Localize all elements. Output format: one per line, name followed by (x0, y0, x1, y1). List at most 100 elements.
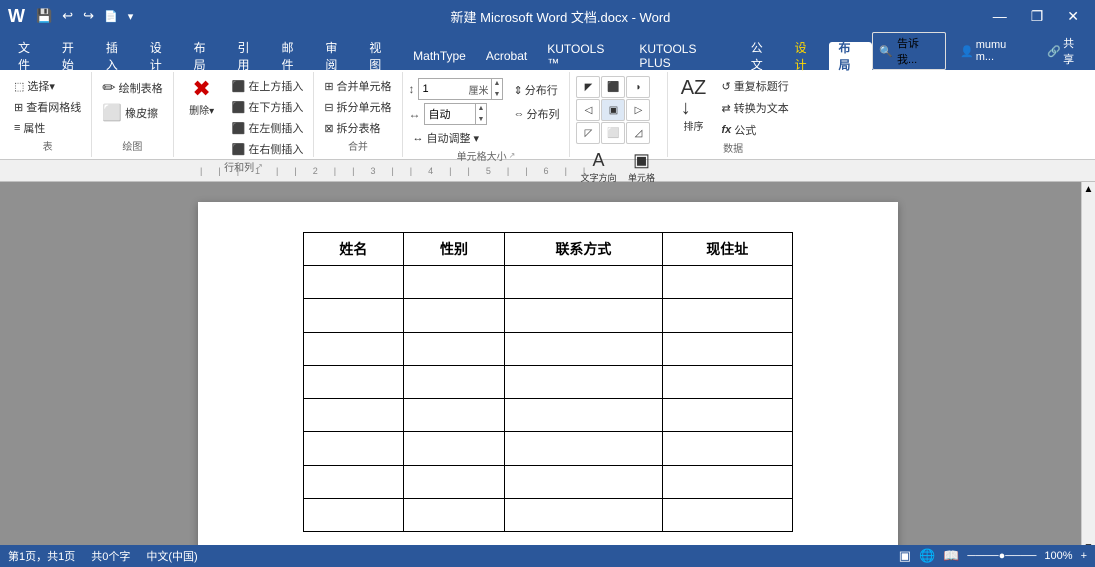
table-cell[interactable] (303, 365, 404, 398)
user-account-btn[interactable]: 👤 mumu m... (954, 37, 1033, 65)
draw-table-btn[interactable]: ✏ 绘制表格 (98, 76, 166, 100)
table-cell[interactable] (663, 365, 792, 398)
share-btn[interactable]: 🔗 共享 (1041, 33, 1091, 69)
dist-row-btn[interactable]: ⇕ 分布行 (509, 80, 563, 100)
table-cell[interactable] (303, 266, 404, 299)
table-cell[interactable] (404, 465, 505, 498)
table-cell[interactable] (663, 498, 792, 531)
tab-table-design[interactable]: 设计 (785, 42, 829, 70)
tab-kutools[interactable]: KUTOOLS ™ (537, 42, 629, 70)
align-middle-right-btn[interactable]: ▷ (626, 99, 650, 121)
view-mode-web[interactable]: 🌐 (919, 548, 935, 564)
scroll-up-btn[interactable]: ▲ (1082, 182, 1095, 197)
table-cell[interactable] (504, 399, 662, 432)
align-bottom-right-btn[interactable]: ◿ (626, 122, 650, 144)
tab-review[interactable]: 审阅 (315, 42, 359, 70)
table-cell[interactable] (504, 299, 662, 332)
view-gridlines-btn[interactable]: ⊞ 查看网格线 (10, 97, 85, 117)
table-cell[interactable] (663, 432, 792, 465)
formula-btn[interactable]: fx 公式 (718, 120, 793, 140)
row-height-down[interactable]: ▼ (492, 89, 503, 100)
split-table-btn[interactable]: ⊠ 拆分表格 (320, 118, 395, 138)
table-cell[interactable] (504, 432, 662, 465)
table-cell[interactable] (404, 498, 505, 531)
view-mode-print[interactable]: ▣ (899, 548, 911, 564)
tab-design[interactable]: 设计 (140, 42, 184, 70)
merge-cells-btn[interactable]: ⊞ 合并单元格 (320, 76, 395, 96)
tab-home[interactable]: 开始 (52, 42, 96, 70)
vertical-scrollbar[interactable]: ▲ ▼ (1081, 182, 1095, 555)
table-cell[interactable] (663, 299, 792, 332)
align-top-left-btn[interactable]: ◤ (576, 76, 600, 98)
tab-kutools-plus[interactable]: KUTOOLS PLUS (629, 42, 740, 70)
col-width-spinner[interactable]: 自动 ▲ ▼ (424, 103, 488, 125)
split-cells-btn[interactable]: ⊟ 拆分单元格 (320, 97, 395, 117)
table-cell[interactable] (404, 332, 505, 365)
align-bottom-left-btn[interactable]: ◸ (576, 122, 600, 144)
table-cell[interactable] (504, 365, 662, 398)
eraser-btn[interactable]: ⬜ 橡皮擦 (98, 101, 166, 125)
properties-btn[interactable]: ≡ 属性 (10, 118, 85, 138)
table-row[interactable] (303, 465, 792, 498)
align-bottom-center-btn[interactable]: ⬜ (601, 122, 625, 144)
table-row[interactable] (303, 399, 792, 432)
print-quick-btn[interactable]: 📄 (101, 8, 121, 25)
table-row[interactable] (303, 332, 792, 365)
table-cell[interactable] (303, 299, 404, 332)
convert-text-btn[interactable]: ⇄ 转换为文本 (718, 98, 793, 118)
dist-col-btn[interactable]: ⇔ 分布列 (509, 104, 563, 124)
zoom-in-btn[interactable]: + (1081, 550, 1087, 562)
table-cell[interactable] (404, 266, 505, 299)
table-cell[interactable] (303, 465, 404, 498)
view-mode-read[interactable]: 📖 (943, 548, 959, 564)
insert-below-btn[interactable]: ⬛ 在下方插入 (228, 97, 308, 117)
table-cell[interactable] (663, 399, 792, 432)
tab-view[interactable]: 视图 (359, 42, 403, 70)
table-cell[interactable] (303, 432, 404, 465)
table-cell[interactable] (504, 266, 662, 299)
redo-quick-btn[interactable]: ↪ (80, 6, 97, 26)
restore-btn[interactable]: ❐ (1023, 6, 1052, 27)
align-middle-left-btn[interactable]: ◁ (576, 99, 600, 121)
tab-mathtype[interactable]: MathType (403, 42, 476, 70)
zoom-slider[interactable]: ────●──── (967, 550, 1036, 562)
table-cell[interactable] (404, 365, 505, 398)
delete-btn[interactable]: ✖ 删除▾ (180, 76, 224, 119)
repeat-header-btn[interactable]: ↺ 重复标题行 (718, 76, 793, 96)
close-btn[interactable]: ✕ (1059, 6, 1087, 27)
table-row[interactable] (303, 266, 792, 299)
table-cell[interactable] (303, 498, 404, 531)
row-height-spinner[interactable]: 1 厘米 ▲ ▼ (418, 78, 504, 100)
tab-acrobat[interactable]: Acrobat (476, 42, 537, 70)
table-cell[interactable] (663, 465, 792, 498)
table-cell[interactable] (303, 332, 404, 365)
undo-quick-btn[interactable]: ↩ (59, 6, 76, 26)
table-cell[interactable] (404, 432, 505, 465)
help-search[interactable]: 🔍 告诉我... (872, 32, 946, 70)
insert-right-btn[interactable]: ⬛ 在右侧插入 (228, 139, 308, 159)
table-row[interactable] (303, 498, 792, 531)
tab-table-layout[interactable]: 布局 (829, 42, 873, 70)
insert-left-btn[interactable]: ⬛ 在左侧插入 (228, 118, 308, 138)
table-cell[interactable] (504, 498, 662, 531)
cellsize-expand-icon[interactable]: ↗ (509, 151, 516, 160)
auto-adjust-btn[interactable]: ↔ 自动调整 ▾ (409, 128, 504, 148)
table-cell[interactable] (504, 465, 662, 498)
align-top-right-btn[interactable]: ◗ (626, 76, 650, 98)
customize-quick-btn[interactable]: ▾ (125, 8, 137, 25)
col-width-up[interactable]: ▲ (476, 103, 487, 114)
table-cell[interactable] (663, 332, 792, 365)
select-btn[interactable]: ⬚ 选择▾ (10, 76, 85, 96)
save-quick-btn[interactable]: 💾 (33, 6, 55, 26)
tab-file[interactable]: 文件 (8, 42, 52, 70)
table-row[interactable] (303, 365, 792, 398)
col-width-down[interactable]: ▼ (476, 114, 487, 125)
tab-layout[interactable]: 布局 (184, 42, 228, 70)
table-cell[interactable] (663, 266, 792, 299)
align-center-btn[interactable]: ▣ (601, 99, 625, 121)
table-row[interactable] (303, 432, 792, 465)
table-cell[interactable] (404, 399, 505, 432)
align-top-center-btn[interactable]: ⬛ (601, 76, 625, 98)
table-cell[interactable] (504, 332, 662, 365)
table-cell[interactable] (303, 399, 404, 432)
